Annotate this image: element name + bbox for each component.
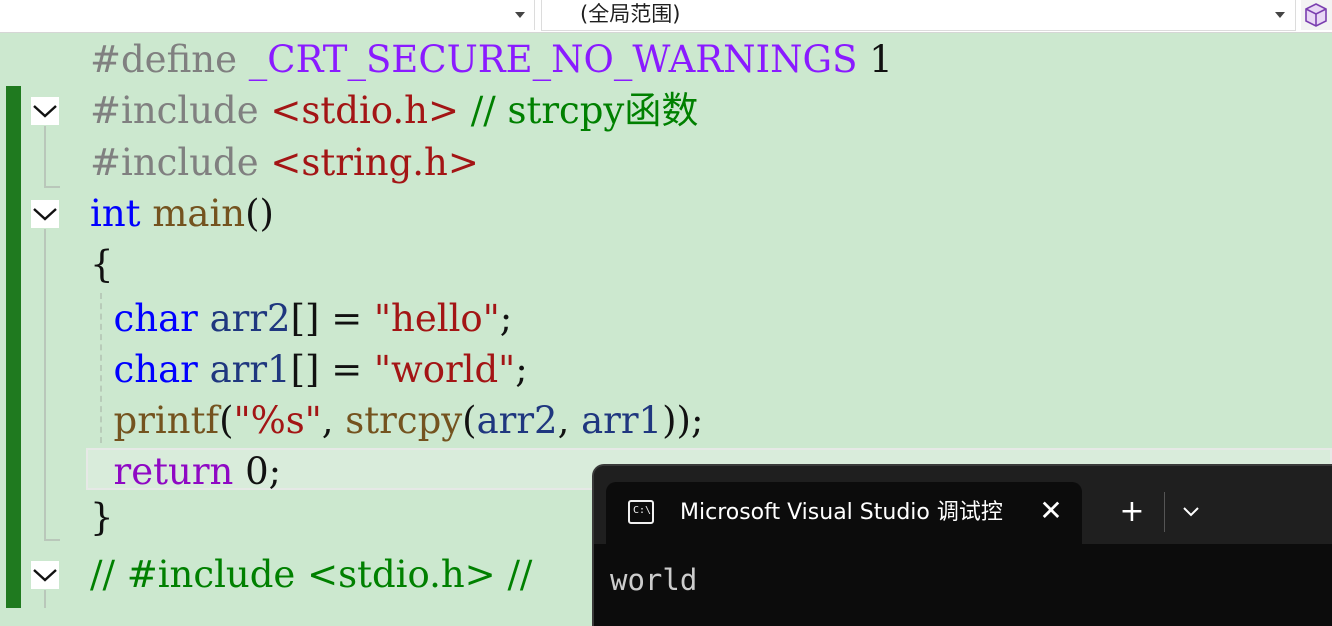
- preprocessor-directive: #include: [90, 89, 259, 132]
- chevron-down-icon: [33, 105, 57, 118]
- chevron-down-icon: [1183, 507, 1199, 517]
- code-line-9[interactable]: return 0;: [90, 450, 282, 494]
- member-combo-button[interactable]: [1301, 0, 1332, 30]
- array-declarator: [] =: [290, 348, 374, 391]
- type-keyword: int: [90, 192, 141, 235]
- preprocessor-directive: #include: [90, 141, 259, 184]
- fold-toggle-main[interactable]: [31, 200, 59, 228]
- debug-console-window[interactable]: C:\ Microsoft Visual Studio 调试控 ✕ + worl…: [594, 466, 1332, 626]
- code-line-11[interactable]: // #include <stdio.h> //: [90, 553, 532, 597]
- console-output-line: world: [610, 563, 698, 597]
- scope-combo-value: (全局范围): [580, 2, 681, 26]
- open-brace: {: [90, 243, 114, 286]
- code-line-6[interactable]: char arr2[] = "hello";: [90, 297, 513, 341]
- new-tab-button[interactable]: +: [1112, 494, 1152, 530]
- chevron-down-icon: [33, 208, 57, 221]
- line-comment: // #include <stdio.h> //: [90, 553, 533, 596]
- chevron-down-icon: [33, 569, 57, 582]
- variable-name: arr1: [209, 348, 291, 391]
- project-combo-arrow-icon[interactable]: [515, 12, 525, 18]
- fold-guide-end: [44, 539, 60, 541]
- string-literal: "world": [374, 348, 516, 391]
- console-tab-title: Microsoft Visual Studio 调试控: [680, 500, 1003, 525]
- fold-guide: [44, 590, 46, 608]
- fold-toggle-comment[interactable]: [31, 561, 59, 589]
- fold-guide: [44, 229, 46, 539]
- scope-combo[interactable]: (全局范围): [541, 0, 1296, 31]
- tab-dropdown-button[interactable]: [1174, 494, 1208, 530]
- format-string: "%s": [233, 399, 322, 442]
- type-keyword: char: [113, 348, 198, 391]
- console-tab[interactable]: C:\ Microsoft Visual Studio 调试控 ✕: [606, 482, 1082, 544]
- include-header: <string.h>: [270, 141, 479, 184]
- semicolon: ;: [268, 450, 282, 493]
- open-paren: (: [219, 399, 234, 442]
- fold-toggle-includes[interactable]: [31, 97, 59, 125]
- project-combo[interactable]: [0, 0, 535, 30]
- return-keyword: return: [113, 450, 234, 493]
- fold-guide-end: [44, 186, 60, 188]
- return-value: 0: [245, 450, 269, 493]
- code-line-1[interactable]: #define _CRT_SECURE_NO_WARNINGS 1: [90, 38, 893, 82]
- code-line-7[interactable]: char arr1[] = "world";: [90, 348, 528, 392]
- code-line-5[interactable]: {: [90, 243, 114, 287]
- code-line-3[interactable]: #include <string.h>: [90, 141, 479, 185]
- fold-guide: [44, 126, 46, 186]
- function-call: strcpy: [345, 399, 463, 442]
- function-name: main: [152, 192, 246, 235]
- code-line-10[interactable]: }: [90, 496, 114, 540]
- change-tracking-bar: [6, 86, 21, 608]
- line-comment: // strcpy函数: [470, 89, 699, 132]
- preprocessor-directive: #define: [90, 38, 237, 81]
- code-line-8[interactable]: printf("%s", strcpy(arr2, arr1));: [90, 399, 704, 443]
- open-paren: (: [462, 399, 477, 442]
- array-declarator: [] =: [290, 297, 374, 340]
- comma: ,: [321, 399, 346, 442]
- comma: ,: [557, 399, 582, 442]
- code-line-4[interactable]: int main(): [90, 192, 274, 236]
- variable-name: arr2: [209, 297, 291, 340]
- close-icon[interactable]: ✕: [1034, 494, 1068, 528]
- console-icon: C:\: [628, 500, 654, 524]
- scope-combo-arrow-icon[interactable]: [1275, 12, 1285, 18]
- navigation-bar: (全局范围): [0, 0, 1332, 33]
- code-line-2[interactable]: #include <stdio.h> // strcpy函数: [90, 89, 698, 133]
- close-brace: }: [90, 496, 114, 539]
- cube-icon: [1305, 3, 1327, 27]
- close-parens: ));: [662, 399, 704, 442]
- semicolon: ;: [515, 348, 528, 391]
- argument: arr1: [581, 399, 663, 442]
- argument: arr2: [476, 399, 558, 442]
- include-header: <stdio.h>: [270, 89, 460, 132]
- string-literal: "hello": [374, 297, 500, 340]
- console-tab-strip: C:\ Microsoft Visual Studio 调试控 ✕ +: [594, 466, 1332, 544]
- type-keyword: char: [113, 297, 198, 340]
- semicolon: ;: [499, 297, 513, 340]
- parens: (): [245, 192, 274, 235]
- function-call: printf: [113, 399, 220, 442]
- console-output: world: [610, 562, 697, 598]
- macro-name: _CRT_SECURE_NO_WARNINGS: [248, 38, 858, 81]
- macro-value: 1: [869, 38, 893, 81]
- tab-separator: [1164, 492, 1165, 532]
